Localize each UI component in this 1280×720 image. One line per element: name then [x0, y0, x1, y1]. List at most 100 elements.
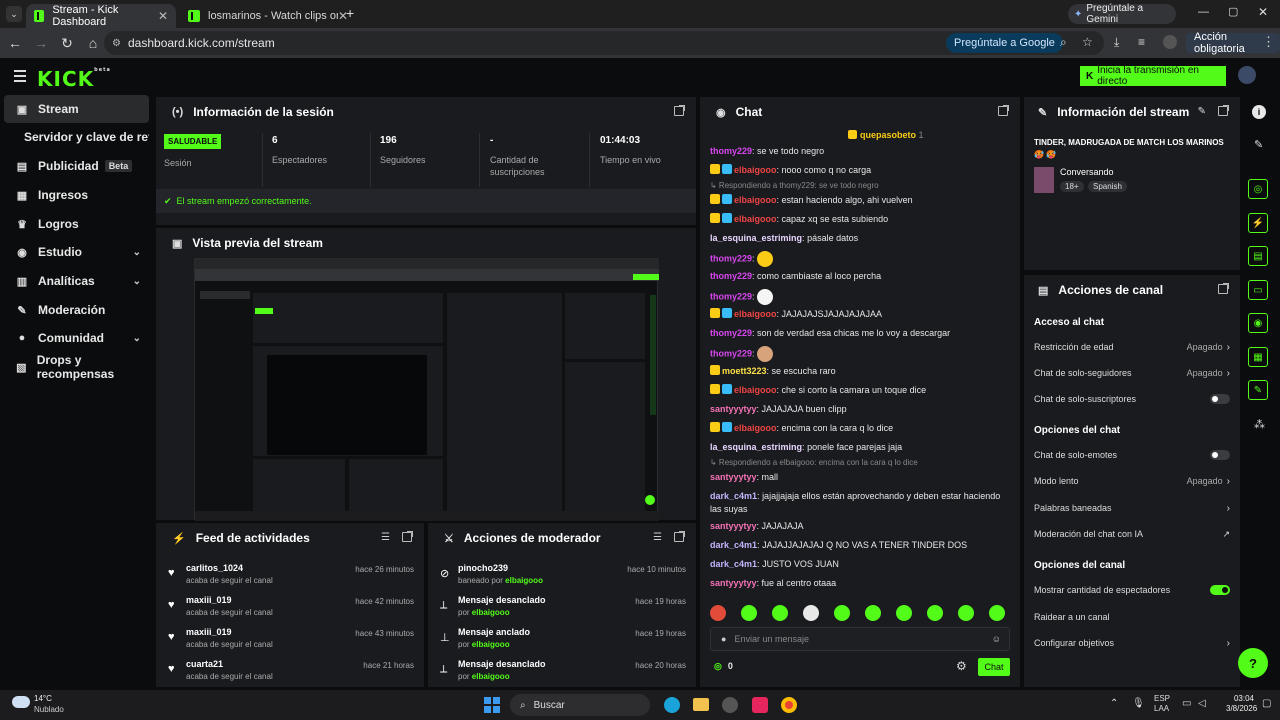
- mic-icon[interactable]: 🎙: [1132, 698, 1145, 709]
- emote-icon[interactable]: [710, 605, 726, 621]
- chat-username[interactable]: elbaigooo: [734, 385, 777, 395]
- chat-username[interactable]: santyyytyy: [710, 578, 757, 588]
- emote-icon[interactable]: [741, 605, 757, 621]
- sidebar-item-community[interactable]: ● Comunidad ⌄: [4, 324, 149, 352]
- chat-username[interactable]: santyyytyy: [710, 404, 757, 414]
- help-fab[interactable]: ?: [1238, 648, 1268, 678]
- chat-username[interactable]: dark_c4m1: [710, 559, 757, 569]
- popout-icon[interactable]: [402, 531, 413, 542]
- chat-username[interactable]: elbaigooo: [734, 165, 777, 175]
- sidebar-item-stream[interactable]: ▣ Stream: [4, 95, 149, 123]
- browser-tab-dashboard[interactable]: Stream - Kick Dashboard ✕: [26, 4, 176, 28]
- edit-icon[interactable]: ✎: [1198, 106, 1206, 117]
- chat-settings-icon[interactable]: ⚙: [956, 659, 967, 673]
- edge-icon[interactable]: [664, 697, 680, 713]
- pencil-icon[interactable]: ✎: [1254, 138, 1263, 151]
- emote-icon[interactable]: [896, 605, 912, 621]
- new-tab-icon[interactable]: +: [346, 5, 354, 21]
- bookmark-star-icon[interactable]: ☆: [1082, 35, 1093, 49]
- menu-dots-icon[interactable]: ⋮: [1262, 34, 1275, 50]
- chat-username[interactable]: thomy229: [710, 253, 752, 263]
- channel-points[interactable]: ◎ 0: [714, 661, 733, 672]
- tray-chevron-icon[interactable]: ⌃: [1110, 698, 1118, 709]
- chat-username[interactable]: thomy229: [710, 328, 752, 338]
- sidebar-item-moderation[interactable]: ✎ Moderación: [4, 296, 149, 324]
- sidebar-item-drops[interactable]: ▧ Drops y recompensas: [4, 353, 149, 381]
- chat-username[interactable]: la_esquina_estriming: [710, 442, 802, 452]
- filter-icon[interactable]: ☰: [381, 532, 390, 543]
- broadcast-icon[interactable]: ◉: [1248, 313, 1268, 333]
- document-icon[interactable]: ▤: [1248, 246, 1268, 266]
- sidebar-item-studio[interactable]: ◉ Estudio ⌄: [4, 238, 149, 266]
- followers-only-row[interactable]: Chat de solo-seguidores Apagado ›: [1034, 364, 1230, 382]
- emote-icon[interactable]: [989, 605, 1005, 621]
- sidebar-item-analytics[interactable]: ▥ Analíticas ⌄: [4, 267, 149, 295]
- chat-username[interactable]: santyyytyy: [710, 472, 757, 482]
- chat-username[interactable]: moett3223: [722, 366, 767, 376]
- chat-username[interactable]: elbaigooo: [734, 214, 777, 224]
- tiktok-icon[interactable]: [752, 697, 768, 713]
- zoom-icon[interactable]: ⌕: [1060, 35, 1067, 50]
- language-indicator[interactable]: ESP LAA: [1154, 694, 1170, 714]
- emoji-icon[interactable]: ☺: [992, 634, 1001, 644]
- chat-username[interactable]: dark_c4m1: [710, 491, 757, 501]
- ai-moderation-row[interactable]: Moderación del chat con IA ↗: [1034, 525, 1230, 543]
- filter-icon[interactable]: ☰: [653, 532, 662, 543]
- chat-username[interactable]: thomy229: [710, 348, 752, 358]
- chrome-icon[interactable]: [781, 697, 797, 713]
- weather-icon[interactable]: [12, 696, 30, 708]
- chat-username[interactable]: dark_c4m1: [710, 540, 757, 550]
- chat-username[interactable]: la_esquina_estriming: [710, 233, 802, 243]
- emote-icon[interactable]: [772, 605, 788, 621]
- emote-icon[interactable]: [803, 605, 819, 621]
- share-icon[interactable]: ⁂: [1254, 418, 1265, 431]
- site-info-icon[interactable]: ⚙: [112, 38, 121, 49]
- notification-icon[interactable]: ▢: [1262, 698, 1271, 709]
- stream-video[interactable]: [194, 258, 659, 521]
- age-restriction-row[interactable]: Restricción de edad Apagado ›: [1034, 338, 1230, 356]
- close-icon[interactable]: ✕: [158, 9, 168, 23]
- camera-icon[interactable]: ◎: [1248, 179, 1268, 199]
- popout-icon[interactable]: [1218, 105, 1229, 116]
- popout-icon[interactable]: [674, 105, 685, 116]
- home-icon[interactable]: ⌂: [82, 32, 104, 54]
- network-icon[interactable]: ▭: [1182, 698, 1191, 709]
- tab-list-icon[interactable]: ⌄: [6, 6, 22, 22]
- ask-google-button[interactable]: Pregúntale a Google: [946, 33, 1063, 53]
- browser-tab-clips[interactable]: losmarinos - Watch clips on Kic ✕: [180, 4, 356, 28]
- pinned-user[interactable]: quepasobeto 1: [848, 130, 924, 140]
- clock[interactable]: 03:04 3/8/2026: [1226, 694, 1257, 714]
- slow-mode-row[interactable]: Modo lento Apagado ›: [1034, 472, 1230, 490]
- wrench-icon[interactable]: ✎: [1248, 380, 1268, 400]
- goals-row[interactable]: Configurar objetivos ›: [1034, 634, 1230, 652]
- chat-icon[interactable]: ▭: [1248, 280, 1268, 300]
- gemini-button[interactable]: ✦ Pregúntale a Gemini: [1068, 3, 1176, 25]
- volume-icon[interactable]: ◁: [1198, 698, 1206, 709]
- media-icon[interactable]: ≡: [1138, 35, 1145, 49]
- info-icon[interactable]: i: [1252, 105, 1266, 119]
- taskbar-search[interactable]: ⌕ Buscar: [510, 694, 650, 716]
- sidebar-item-ads[interactable]: ▤ Publicidad Beta: [4, 152, 149, 180]
- category-name[interactable]: Conversando: [1060, 167, 1114, 177]
- windows-start-icon[interactable]: [484, 697, 500, 713]
- back-icon[interactable]: ←: [4, 32, 26, 54]
- lightning-icon[interactable]: ⚡: [1248, 213, 1268, 233]
- popout-icon[interactable]: [998, 105, 1009, 116]
- chat-username[interactable]: thomy229: [710, 271, 752, 281]
- emote-icon[interactable]: [865, 605, 881, 621]
- download-icon[interactable]: ⤓: [1114, 35, 1119, 50]
- go-live-button[interactable]: K Inicia la transmisión en directo: [1080, 65, 1226, 87]
- minimize-icon[interactable]: —: [1198, 6, 1209, 18]
- chat-username[interactable]: thomy229: [710, 291, 752, 301]
- sidebar-item-server-key[interactable]: Servidor y clave de retransmi: [4, 123, 149, 151]
- app-icon[interactable]: [722, 697, 738, 713]
- kick-logo[interactable]: KICKbeta: [37, 67, 111, 91]
- popout-icon[interactable]: [674, 531, 685, 542]
- emote-icon[interactable]: [834, 605, 850, 621]
- sidebar-item-achievements[interactable]: ♛ Logros: [4, 210, 149, 238]
- chat-username[interactable]: elbaigooo: [734, 423, 777, 433]
- folder-icon[interactable]: [693, 698, 709, 711]
- popout-icon[interactable]: [1218, 283, 1229, 294]
- emote-only-toggle[interactable]: [1210, 450, 1230, 460]
- emote-icon[interactable]: [958, 605, 974, 621]
